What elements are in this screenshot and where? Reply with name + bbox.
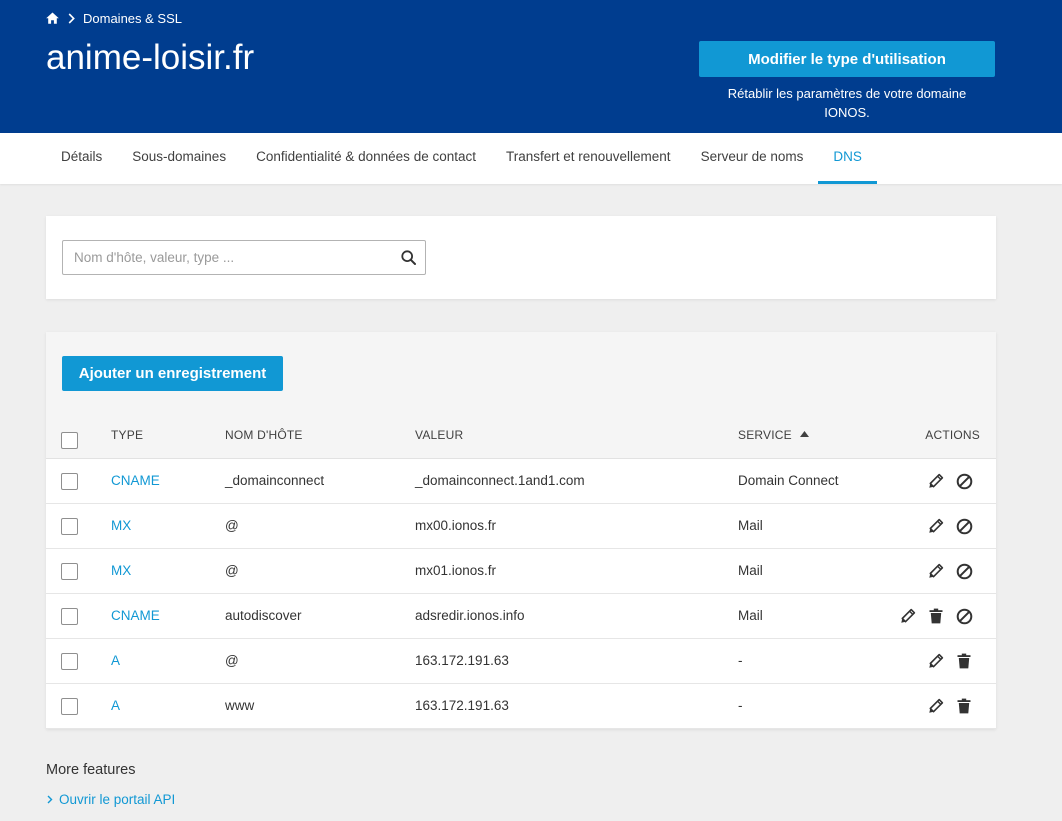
record-type-link[interactable]: A: [111, 639, 120, 683]
search-icon[interactable]: [401, 250, 416, 265]
record-hostname: _domainconnect: [225, 473, 325, 488]
tab-nameservers[interactable]: Serveur de noms: [686, 133, 819, 184]
block-icon[interactable]: [950, 467, 978, 495]
page-title: anime-loisir.fr: [46, 38, 255, 77]
table-row: MX @ mx00.ionos.fr Mail: [46, 504, 996, 549]
chevron-right-icon: [68, 12, 75, 24]
record-type-link[interactable]: CNAME: [111, 594, 160, 638]
change-usage-button[interactable]: Modifier le type d'utilisation: [699, 41, 995, 77]
table-row: Awww 163.172.191.63 -: [46, 684, 996, 729]
block-icon[interactable]: [950, 557, 978, 585]
record-type-link[interactable]: MX: [111, 549, 131, 593]
trash-icon[interactable]: [922, 602, 950, 630]
column-header-actions: ACTIONS: [925, 428, 980, 442]
column-header-hostname[interactable]: NOM D'HÔTE: [225, 412, 303, 458]
row-actions: [922, 504, 978, 548]
sort-ascending-icon: [799, 431, 809, 437]
tab-dns[interactable]: DNS: [818, 133, 877, 184]
row-checkbox[interactable]: [61, 563, 78, 580]
record-value: adsredir.ionos.info: [415, 608, 525, 623]
trash-icon[interactable]: [950, 692, 978, 720]
record-service: Mail: [738, 563, 763, 578]
pencil-icon[interactable]: [922, 692, 950, 720]
pencil-icon[interactable]: [922, 647, 950, 675]
record-service: -: [738, 653, 743, 668]
column-header-service-label: SERVICE: [738, 428, 792, 442]
row-checkbox[interactable]: [61, 608, 78, 625]
pencil-icon[interactable]: [922, 467, 950, 495]
row-actions: [894, 594, 978, 638]
table-header: TYPE NOM D'HÔTE VALEUR SERVICE ACTIONS: [46, 412, 996, 459]
record-value: _domainconnect.1and1.com: [415, 473, 585, 488]
record-hostname: autodiscover: [225, 608, 302, 623]
column-header-type[interactable]: TYPE: [111, 412, 143, 458]
record-value: 163.172.191.63: [415, 698, 509, 713]
dns-records-panel: Ajouter un enregistrement TYPE NOM D'HÔT…: [46, 332, 996, 729]
table-row: A @163.172.191.63 -: [46, 639, 996, 684]
home-icon[interactable]: [46, 12, 59, 24]
record-value: 163.172.191.63: [415, 653, 509, 668]
record-hostname: www: [225, 698, 255, 713]
block-icon[interactable]: [950, 512, 978, 540]
search-field: [62, 240, 426, 275]
row-checkbox[interactable]: [61, 698, 78, 715]
row-actions: [922, 639, 978, 683]
record-type-link[interactable]: MX: [111, 504, 131, 548]
tab-bar: Détails Sous-domaines Confidentialité & …: [0, 133, 1062, 184]
pencil-icon[interactable]: [894, 602, 922, 630]
row-checkbox[interactable]: [61, 518, 78, 535]
breadcrumb: Domaines & SSL: [46, 9, 182, 27]
chevron-right-icon: [47, 795, 53, 804]
table-body: CNAME _domainconnect _domainconnect.1and1.…: [46, 459, 996, 729]
table-row: CNAME autodiscover adsredir.ionos.info Mail: [46, 594, 996, 639]
record-value: mx01.ionos.fr: [415, 563, 497, 578]
table-row: CNAME _domainconnect _domainconnect.1and1.…: [46, 459, 996, 504]
row-checkbox[interactable]: [61, 653, 78, 670]
reset-settings-link[interactable]: Rétablir les paramètres de votre domaine…: [716, 84, 978, 122]
row-actions: [922, 459, 978, 503]
trash-icon[interactable]: [950, 647, 978, 675]
api-portal-link-label: Ouvrir le portail API: [59, 791, 176, 807]
record-service: Domain Connect: [738, 473, 839, 488]
tab-list: Détails Sous-domaines Confidentialité & …: [46, 133, 877, 184]
api-portal-link[interactable]: Ouvrir le portail API: [46, 790, 175, 808]
select-all-checkbox[interactable]: [61, 432, 78, 449]
block-icon[interactable]: [950, 602, 978, 630]
record-service: Mail: [738, 608, 763, 623]
breadcrumb-item-domains[interactable]: Domaines & SSL: [83, 11, 182, 26]
column-header-service[interactable]: SERVICE: [738, 412, 809, 458]
row-actions: [922, 549, 978, 593]
record-hostname: @: [225, 518, 239, 533]
record-hostname: @: [225, 653, 239, 668]
pencil-icon[interactable]: [922, 557, 950, 585]
record-type-link[interactable]: CNAME: [111, 459, 160, 503]
record-service: -: [738, 698, 743, 713]
page-header: Domaines & SSL anime-loisir.fr Modifier …: [0, 0, 1062, 133]
row-checkbox[interactable]: [61, 473, 78, 490]
record-type-link[interactable]: A: [111, 684, 120, 728]
tab-details[interactable]: Détails: [46, 133, 117, 184]
tab-transfer-renewal[interactable]: Transfert et renouvellement: [491, 133, 686, 184]
row-actions: [922, 684, 978, 728]
more-features-title: More features: [46, 762, 136, 778]
search-input[interactable]: [63, 241, 393, 274]
record-service: Mail: [738, 518, 763, 533]
search-panel: [46, 216, 996, 299]
add-record-button[interactable]: Ajouter un enregistrement: [62, 356, 283, 391]
table-row: MX @ mx01.ionos.fr Mail: [46, 549, 996, 594]
record-value: mx00.ionos.fr: [415, 518, 497, 533]
tab-privacy-contact[interactable]: Confidentialité & données de contact: [241, 133, 491, 184]
column-header-value[interactable]: VALEUR: [415, 412, 463, 458]
record-hostname: @: [225, 563, 239, 578]
pencil-icon[interactable]: [922, 512, 950, 540]
tab-subdomains[interactable]: Sous-domaines: [117, 133, 241, 184]
